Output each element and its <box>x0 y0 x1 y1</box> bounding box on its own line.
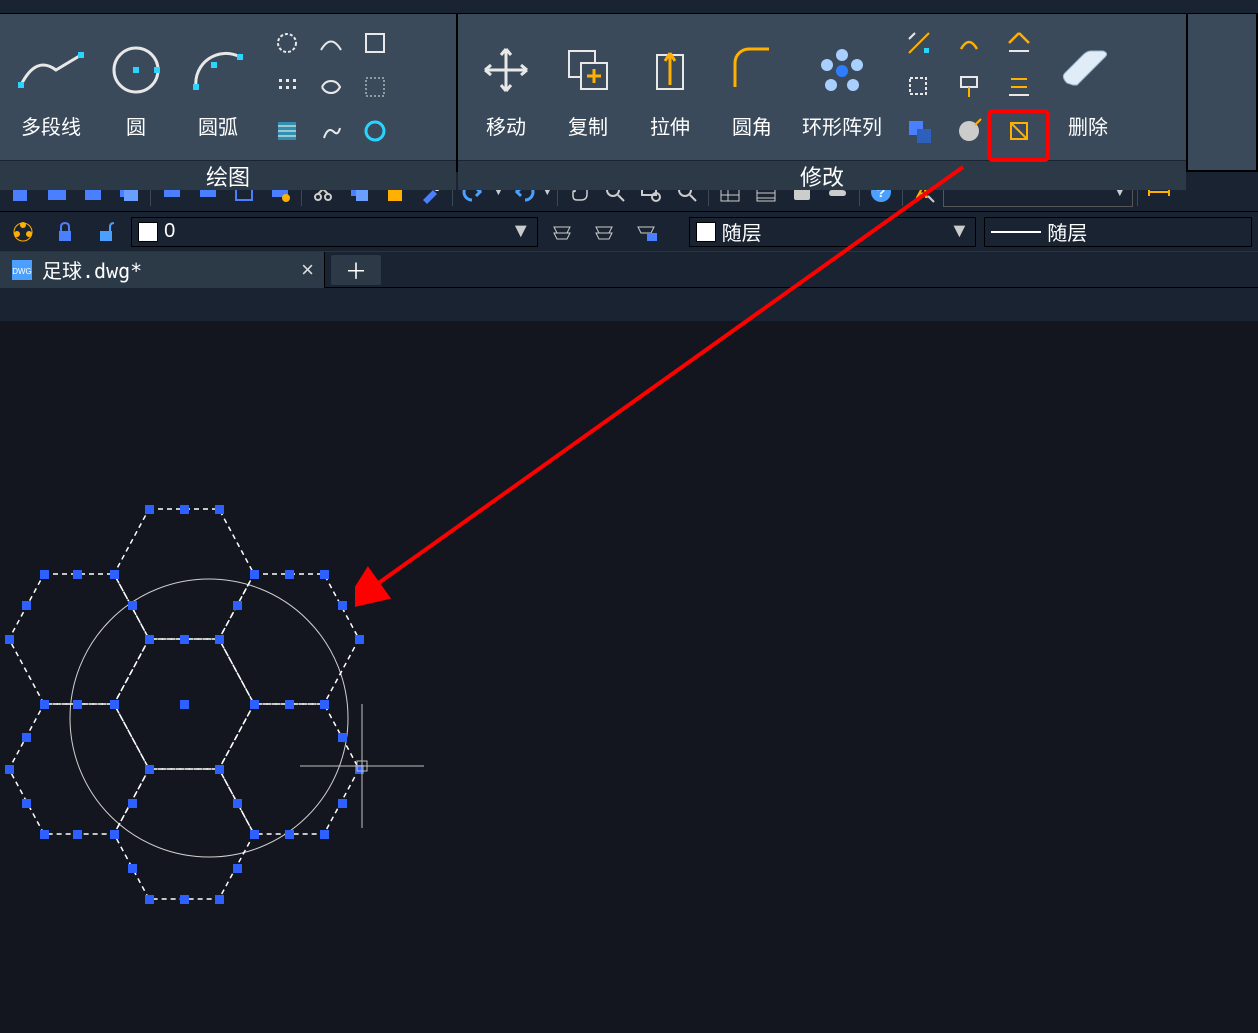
drawing-canvas[interactable] <box>0 321 1258 1033</box>
stretch-icon <box>643 35 697 105</box>
layer-state2[interactable] <box>587 215 621 249</box>
modify-small-8[interactable] <box>948 110 990 152</box>
layer-bar: 0 ▼ 随层 ▼ 随层 <box>0 212 1258 252</box>
stretch-button[interactable]: 拉伸 <box>630 22 710 152</box>
modify-small-3[interactable] <box>998 22 1040 64</box>
draw-small-8[interactable] <box>310 110 352 152</box>
layer-name: 0 <box>164 220 175 243</box>
copy-label: 复制 <box>568 111 608 140</box>
stretch-label: 拉伸 <box>650 111 690 140</box>
fillet-label: 圆角 <box>732 111 772 140</box>
linetype-preview <box>991 229 1041 235</box>
eraser-icon <box>1059 35 1117 105</box>
layer-color-swatch <box>138 222 158 242</box>
menu-manage[interactable]: 管理 <box>570 0 606 1</box>
menu-app[interactable]: APP <box>1158 0 1194 1</box>
menu-home[interactable]: 主页 <box>464 0 500 1</box>
move-button[interactable]: 移动 <box>466 22 546 152</box>
close-tab-icon[interactable]: × <box>301 257 314 283</box>
menu-view[interactable]: 视图 <box>358 0 394 1</box>
polyline-button[interactable]: 多段线 <box>8 22 94 152</box>
fillet-icon <box>725 35 779 105</box>
modify-small-9[interactable] <box>998 110 1040 152</box>
menu-file[interactable]: 文件 <box>40 0 76 1</box>
move-label: 移动 <box>486 111 526 140</box>
modify-small-5[interactable] <box>948 66 990 108</box>
layer-unlock-icon[interactable] <box>89 215 123 249</box>
linetype-label: 随层 <box>1047 217 1087 246</box>
canvas-drawing <box>0 321 1258 1033</box>
color-dropdown[interactable]: 随层 ▼ <box>689 217 977 247</box>
draw-small-4[interactable] <box>266 66 308 108</box>
linetype-dropdown[interactable]: 随层 <box>984 217 1252 247</box>
modify-small-1[interactable] <box>898 22 940 64</box>
panel-draw: 多段线 圆 圆弧 <box>0 14 458 170</box>
menu-online[interactable]: 在线 <box>924 0 960 1</box>
file-name: 足球.dwg* <box>42 255 142 284</box>
polyline-icon <box>16 35 86 105</box>
draw-small-6[interactable] <box>354 66 396 108</box>
move-icon <box>479 35 533 105</box>
polyline-label: 多段线 <box>21 111 81 140</box>
draw-small-3[interactable] <box>354 22 396 64</box>
copy-icon <box>561 35 615 105</box>
layer-mgr-icon[interactable] <box>6 215 40 249</box>
draw-small-5[interactable] <box>310 66 352 108</box>
menu-insert[interactable]: 插入 <box>146 0 182 1</box>
draw-small-7[interactable] <box>266 110 308 152</box>
layer-state1[interactable] <box>546 215 580 249</box>
array-label: 环形阵列 <box>802 111 882 140</box>
menu-bar: 文件 插入 注释 视图 主页 管理 输出 扩展工具 在线 ArcGIS APP <box>0 0 1258 14</box>
array-button[interactable]: 环形阵列 <box>794 22 890 152</box>
menu-ext[interactable]: 扩展工具 <box>782 0 854 1</box>
arc-button[interactable]: 圆弧 <box>178 22 258 152</box>
draw-panel-tab[interactable]: 绘图 <box>0 160 456 190</box>
modify-small-4[interactable] <box>898 66 940 108</box>
file-tab-bar: DWG 足球.dwg* × ＋ <box>0 252 1258 288</box>
draw-small-1[interactable] <box>266 22 308 64</box>
svg-text:DWG: DWG <box>12 267 32 276</box>
fillet-button[interactable]: 圆角 <box>712 22 792 152</box>
circle-icon <box>109 35 163 105</box>
delete-label: 删除 <box>1068 111 1108 140</box>
array-icon <box>813 35 871 105</box>
menu-output[interactable]: 输出 <box>676 0 712 1</box>
modify-small-6[interactable] <box>998 66 1040 108</box>
layer-state3[interactable] <box>629 215 663 249</box>
modify-panel-tab[interactable]: 修改 <box>458 160 1186 190</box>
menu-arcgis[interactable]: ArcGIS <box>1030 0 1088 1</box>
copy-button[interactable]: 复制 <box>548 22 628 152</box>
arc-icon <box>188 35 248 105</box>
menu-annotate[interactable]: 注释 <box>252 0 288 1</box>
draw-small-9[interactable] <box>354 110 396 152</box>
arc-label: 圆弧 <box>198 111 238 140</box>
layer-lock-icon[interactable] <box>48 215 82 249</box>
color-label: 随层 <box>722 217 762 246</box>
modify-small-2[interactable] <box>948 22 990 64</box>
circle-label: 圆 <box>126 111 146 140</box>
file-tab-active[interactable]: DWG 足球.dwg* × <box>0 252 325 288</box>
dwg-file-icon: DWG <box>10 258 34 282</box>
circle-button[interactable]: 圆 <box>96 22 176 152</box>
ribbon: 多段线 圆 圆弧 <box>0 14 1258 172</box>
panel-modify: 移动 复制 拉伸 圆角 <box>458 14 1188 170</box>
modify-small-7[interactable] <box>898 110 940 152</box>
new-tab-button[interactable]: ＋ <box>331 255 381 285</box>
layer-dropdown[interactable]: 0 ▼ <box>131 217 538 247</box>
draw-small-2[interactable] <box>310 22 352 64</box>
panel-extra <box>1188 14 1258 170</box>
delete-button[interactable]: 删除 <box>1048 22 1128 152</box>
color-swatch <box>696 222 716 242</box>
